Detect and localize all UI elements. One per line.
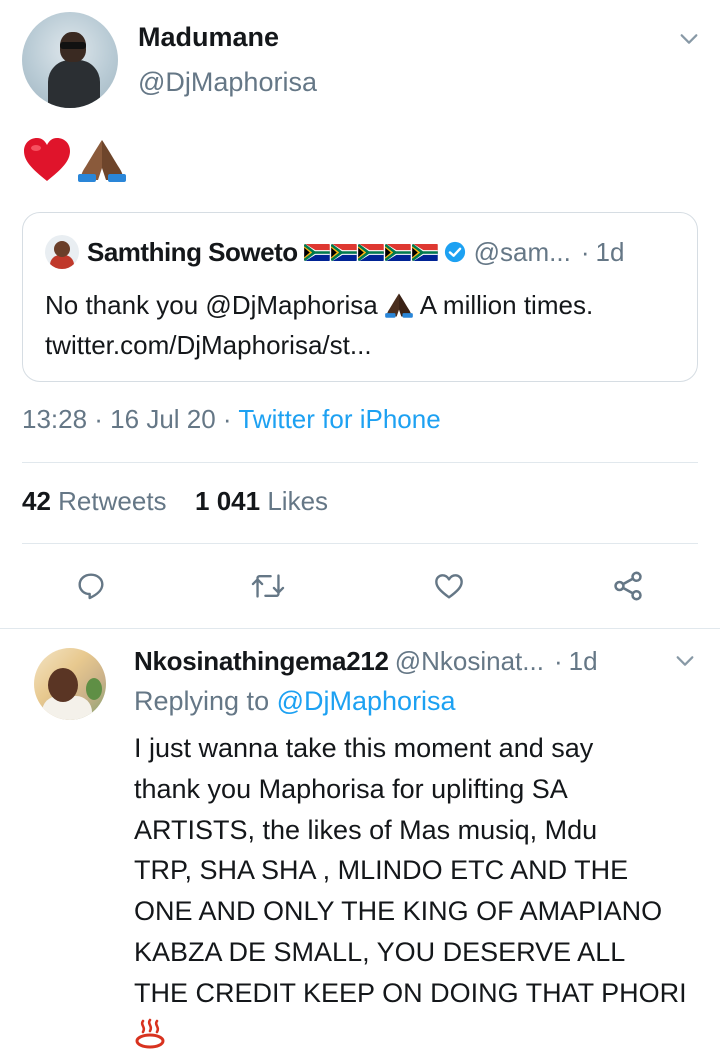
quoted-tweet-link[interactable]: twitter.com/DjMaphorisa/st... [45, 325, 685, 365]
folded-hands-icon [78, 140, 126, 182]
retweets-count[interactable]: 42 [22, 486, 51, 516]
south-africa-flag-icon [330, 243, 357, 261]
quoted-text-segment: No thank you @DjMaphorisa [45, 290, 378, 320]
tweet-source-link[interactable]: Twitter for iPhone [238, 404, 440, 434]
avatar-figure-head [48, 668, 78, 702]
avatar-sunglasses [60, 42, 86, 49]
flag-emoji-group [303, 243, 438, 261]
like-icon [435, 574, 463, 599]
tweet-action-bar [0, 562, 720, 610]
avatar-figure-body [48, 60, 100, 108]
reply-icon [78, 573, 104, 600]
south-africa-flag-icon [384, 243, 411, 261]
replying-to: Replying to @DjMaphorisa [134, 686, 456, 717]
reply-author-name[interactable]: Nkosinathingema212 [134, 646, 389, 677]
verified-badge-icon [444, 241, 465, 263]
replying-to-mention[interactable]: @DjMaphorisa [277, 686, 456, 716]
tweet-body [22, 136, 128, 184]
quoted-author-avatar[interactable] [45, 235, 79, 269]
red-heart-icon [24, 138, 70, 181]
header-separator: · [580, 236, 590, 267]
engagement-stats: 42 Retweets 1 041 Likes [22, 486, 328, 517]
reply-text: I just wanna take this moment and say th… [134, 728, 714, 1014]
share-button[interactable] [610, 568, 646, 604]
author-display-name[interactable]: Madumane [138, 22, 279, 53]
folded-hands-icon [384, 293, 413, 318]
south-africa-flag-icon [303, 243, 330, 261]
reply-author-handle[interactable]: @Nkosinat... [395, 646, 544, 677]
reply-tweet[interactable]: Nkosinathingema212 @Nkosinat... · 1d Rep… [0, 628, 720, 1062]
reply-header: Nkosinathingema212 @Nkosinat... · 1d [134, 646, 598, 677]
south-africa-flag-icon [357, 243, 384, 261]
likes-label[interactable]: Likes [267, 486, 328, 516]
quoted-avatar-head [54, 241, 70, 257]
quoted-tweet-time: 1d [595, 236, 625, 267]
reply-text-line: KABZA DE SMALL, YOU DESERVE ALL [134, 936, 626, 967]
reply-button[interactable] [73, 568, 109, 604]
quoted-author-name[interactable]: Samthing Soweto [87, 237, 298, 268]
reply-text-line: TRP, SHA SHA , MLINDO ETC AND THE [134, 855, 629, 886]
quoted-tweet-text: No thank you @DjMaphorisa A million time… [45, 285, 685, 365]
avatar-plant [86, 678, 102, 700]
like-button[interactable] [431, 568, 467, 604]
reply-time: 1d [568, 646, 598, 676]
quoted-author-handle[interactable]: @sam... [474, 237, 571, 268]
author-avatar[interactable] [22, 12, 118, 108]
retweets-label[interactable]: Retweets [58, 486, 166, 516]
quoted-tweet-card[interactable]: Samthing Soweto @sam... · 1d No thank yo… [22, 212, 698, 382]
reply-text-line: ONE AND ONLY THE KING OF AMAPIANO [134, 896, 663, 927]
divider [22, 462, 698, 463]
divider [22, 543, 698, 544]
chevron-down-icon[interactable] [678, 28, 700, 50]
quoted-text-line: No thank you @DjMaphorisa A million time… [45, 285, 685, 325]
share-icon [614, 571, 642, 601]
tweet-metadata: 13:28 · 16 Jul 20 · Twitter for iPhone [22, 404, 441, 435]
author-handle[interactable]: @DjMaphorisa [138, 67, 317, 98]
quoted-text-segment: A million times. [419, 290, 594, 320]
retweet-icon [251, 574, 285, 598]
chevron-down-icon[interactable] [674, 650, 696, 672]
reply-text-line: THE CREDIT KEEP ON DOING THAT PHORI [134, 977, 687, 1008]
quoted-avatar-body [50, 255, 74, 269]
tweet-timestamp: 13:28 · 16 Jul 20 · [22, 404, 232, 434]
quoted-tweet-header: Samthing Soweto @sam... · 1d [87, 235, 624, 269]
likes-count[interactable]: 1 041 [195, 486, 260, 516]
reply-text-line: ARTISTS, the likes of Mas musiq, Mdu [134, 814, 598, 845]
south-africa-flag-icon [411, 243, 438, 261]
replying-to-label: Replying to [134, 686, 270, 716]
retweet-button[interactable] [250, 568, 286, 604]
reply-text-line: thank you Maphorisa for uplifting SA [134, 773, 568, 804]
reply-author-avatar[interactable] [34, 648, 106, 720]
reply-text-line: I just wanna take this moment and say [134, 733, 594, 763]
header-separator: · [553, 646, 563, 676]
hot-springs-icon [135, 1018, 165, 1049]
